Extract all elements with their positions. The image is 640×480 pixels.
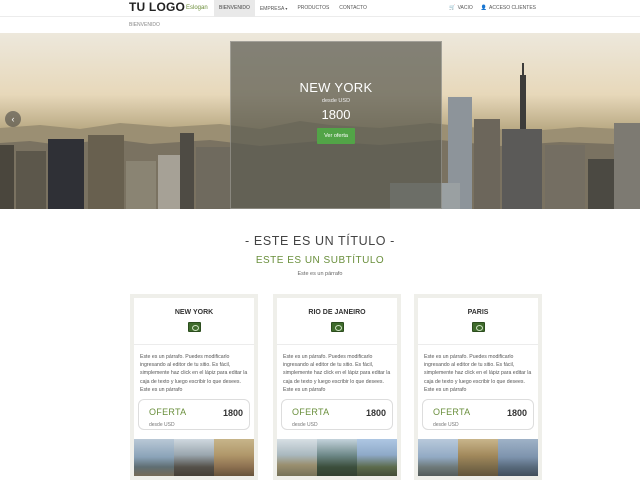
offer-price: 1800 bbox=[506, 408, 527, 419]
card-photo bbox=[418, 439, 538, 476]
card-photo bbox=[277, 439, 397, 476]
cart-icon: 🛒 bbox=[449, 5, 456, 11]
offer-from-label: desde USD bbox=[433, 422, 459, 429]
card-text: Este es un párrafo. Puedes modificarlo i… bbox=[283, 354, 391, 393]
card-text: Este es un párrafo. Puedes modificarlo i… bbox=[140, 354, 248, 393]
money-icon bbox=[187, 322, 201, 332]
section-title: - ESTE ES UN TÍTULO - bbox=[245, 234, 395, 248]
card-text: Este es un párrafo. Puedes modificarlo i… bbox=[424, 354, 532, 393]
menu-item-empresa[interactable]: EMPRESA ▾ bbox=[255, 0, 293, 17]
menu-item-label: EMPRESA bbox=[259, 6, 285, 12]
hero-price: 1800 bbox=[321, 107, 351, 122]
offer-label: OFERTA bbox=[149, 407, 187, 418]
money-icon bbox=[330, 322, 344, 332]
offer-price: 1800 bbox=[365, 408, 386, 419]
login-label: ACCESO CLIENTES bbox=[489, 5, 536, 11]
menu-item-bienvenido[interactable]: BIENVENIDO bbox=[214, 0, 255, 17]
offer-box[interactable]: OFERTA 1800 desde USD bbox=[138, 399, 250, 431]
section-subtitle: ESTE ES UN SUBTÍTULO bbox=[255, 255, 385, 266]
card-divider bbox=[277, 344, 397, 345]
hero-offer-panel: NEW YORK desde USD 1800 Ver oferta bbox=[230, 41, 442, 209]
offer-label: OFERTA bbox=[292, 407, 330, 418]
breadcrumb[interactable]: BIENVENIDO bbox=[129, 19, 160, 32]
top-navbar: TU LOGO Eslogan BIENVENIDO EMPRESA ▾ PRO… bbox=[0, 0, 640, 17]
card-city: PARIS bbox=[467, 309, 489, 316]
user-menu: 🛒 VACIO 👤 ACCESO CLIENTES bbox=[445, 0, 540, 17]
card-city: NEW YORK bbox=[174, 309, 214, 316]
offer-label: OFERTA bbox=[433, 407, 471, 418]
main-menu: BIENVENIDO EMPRESA ▾ PRODUCTOS CONTACTO bbox=[214, 0, 372, 17]
money-icon bbox=[471, 322, 485, 332]
card-city: RIO DE JANEIRO bbox=[308, 309, 366, 316]
menu-item-label: CONTACTO bbox=[339, 5, 367, 11]
menu-item-productos[interactable]: PRODUCTOS bbox=[292, 0, 334, 17]
cart-label: VACIO bbox=[457, 5, 473, 11]
offer-from-label: desde USD bbox=[292, 422, 318, 429]
section-paragraph: Este es un párrafo bbox=[297, 271, 343, 277]
login-link[interactable]: 👤 ACCESO CLIENTES bbox=[477, 0, 540, 17]
user-icon: 👤 bbox=[480, 5, 488, 11]
menu-item-contacto[interactable]: CONTACTO bbox=[334, 0, 372, 17]
site-slogan: Eslogan bbox=[186, 5, 208, 11]
destination-card: PARIS Este es un párrafo. Puedes modific… bbox=[414, 294, 542, 480]
view-offer-button[interactable]: Ver oferta bbox=[317, 128, 355, 144]
cart-link[interactable]: 🛒 VACIO bbox=[445, 0, 476, 17]
caret-down-icon: ▾ bbox=[285, 6, 288, 11]
menu-item-label: BIENVENIDO bbox=[219, 5, 250, 11]
hero-city: NEW YORK bbox=[299, 80, 373, 95]
destination-card: RIO DE JANEIRO Este es un párrafo. Puede… bbox=[273, 294, 401, 480]
destination-card: NEW YORK Este es un párrafo. Puedes modi… bbox=[130, 294, 258, 480]
offer-box[interactable]: OFERTA 1800 desde USD bbox=[422, 399, 534, 431]
hero-from-label: desde USD bbox=[321, 98, 351, 104]
offer-price: 1800 bbox=[222, 408, 243, 419]
card-divider bbox=[134, 344, 254, 345]
offer-box[interactable]: OFERTA 1800 desde USD bbox=[281, 399, 393, 431]
site-logo[interactable]: TU LOGO bbox=[129, 0, 185, 14]
card-photo bbox=[134, 439, 254, 476]
offer-from-label: desde USD bbox=[149, 422, 175, 429]
card-divider bbox=[418, 344, 538, 345]
slider-prev-arrow-icon[interactable]: ‹ bbox=[5, 111, 21, 127]
menu-item-label: PRODUCTOS bbox=[297, 5, 330, 11]
